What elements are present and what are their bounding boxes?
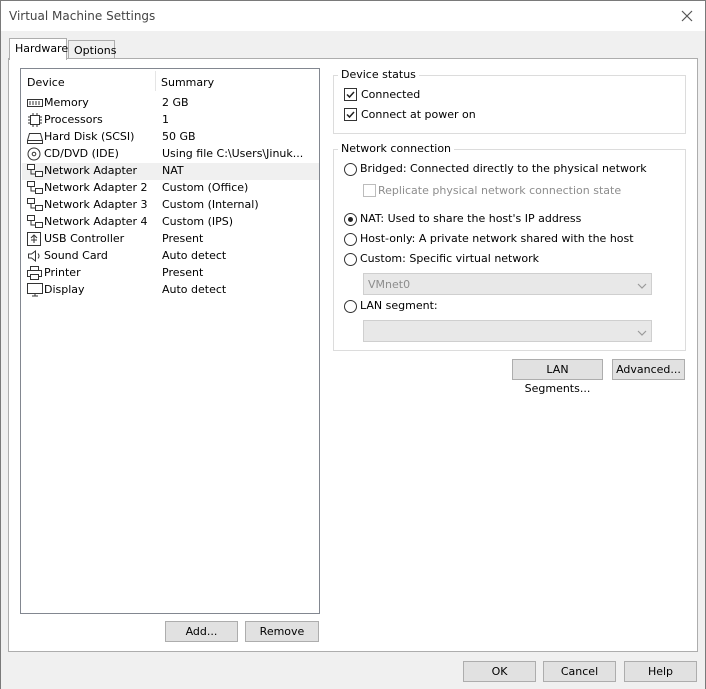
usb-icon [27, 232, 43, 246]
add-button-label: Add... [185, 625, 218, 638]
radio-selected-dot [348, 217, 353, 222]
device-summary: Custom (IPS) [162, 215, 234, 228]
ok-button[interactable]: OK [463, 661, 536, 682]
memory-icon [27, 96, 43, 110]
device-list[interactable]: Device Summary Memory 2 GB Processors 1 … [20, 68, 320, 614]
chevron-down-icon [637, 327, 647, 336]
custom-network-select[interactable]: VMnet0 [363, 273, 652, 295]
tab-hardware-label: Hardware [15, 42, 69, 55]
device-summary: Auto detect [162, 283, 227, 296]
device-row-network-adapter[interactable]: Network Adapter NAT [22, 163, 319, 180]
summary-column-header[interactable]: Summary [161, 76, 214, 89]
device-summary: Custom (Office) [162, 181, 249, 194]
help-button[interactable]: Help [624, 661, 697, 682]
lan-segment-select[interactable] [363, 320, 652, 342]
network-adapter-icon [27, 198, 43, 212]
device-summary: Auto detect [162, 249, 227, 262]
lan-segments-button[interactable]: LAN Segments... [512, 359, 603, 395]
device-row-memory[interactable]: Memory 2 GB [22, 95, 319, 112]
device-summary: Present [162, 232, 204, 245]
network-connection-label: Network connection [338, 142, 455, 155]
device-name: Sound Card [44, 249, 108, 262]
replicate-state-checkbox[interactable] [363, 184, 376, 197]
cancel-button-label: Cancel [560, 665, 599, 678]
nat-radio[interactable] [344, 213, 357, 226]
device-summary: 2 GB [162, 96, 189, 109]
device-name: Network Adapter [44, 164, 138, 177]
device-summary: 1 [162, 113, 169, 126]
add-device-button[interactable]: Add... [165, 621, 238, 642]
device-status-group [333, 75, 686, 134]
hard-disk-icon [26, 130, 44, 144]
network-adapter-icon [27, 215, 43, 229]
device-name: Hard Disk (SCSI) [44, 130, 135, 143]
device-row-printer[interactable]: Printer Present [22, 265, 319, 282]
device-name: Network Adapter 2 [44, 181, 148, 194]
bridged-radio[interactable] [344, 163, 357, 176]
device-summary: Using file C:\Users\Jinuk... [162, 147, 304, 160]
column-divider[interactable] [155, 71, 156, 91]
remove-device-button[interactable]: Remove [245, 621, 319, 642]
advanced-button-label: Advanced... [616, 363, 681, 376]
device-name: Processors [44, 113, 103, 126]
device-name: Memory [44, 96, 89, 109]
device-name: USB Controller [44, 232, 125, 245]
window-title: Virtual Machine Settings [9, 9, 156, 23]
ok-button-label: OK [491, 665, 508, 678]
device-status-label: Device status [338, 68, 419, 81]
device-row-network-adapter-3[interactable]: Network Adapter 3 Custom (Internal) [22, 197, 319, 214]
lan-segment-radio[interactable] [344, 300, 357, 313]
device-row-processors[interactable]: Processors 1 [22, 112, 319, 129]
cd-dvd-icon [27, 147, 43, 161]
network-adapter-icon [27, 181, 43, 195]
connected-label[interactable]: Connected [361, 88, 420, 101]
custom-network-value: VMnet0 [368, 278, 411, 291]
cancel-button[interactable]: Cancel [543, 661, 616, 682]
bridged-label[interactable]: Bridged: Connected directly to the physi… [360, 162, 647, 175]
device-summary: NAT [162, 164, 184, 177]
device-row-hard-disk[interactable]: Hard Disk (SCSI) 50 GB [22, 129, 319, 146]
device-summary: 50 GB [162, 130, 196, 143]
device-name: Printer [44, 266, 81, 279]
host-only-label[interactable]: Host-only: A private network shared with… [360, 232, 634, 245]
title-bar: Virtual Machine Settings [0, 0, 706, 31]
device-name: CD/DVD (IDE) [44, 147, 119, 160]
device-row-cd-dvd[interactable]: CD/DVD (IDE) Using file C:\Users\Jinuk..… [22, 146, 319, 163]
lan-segment-label[interactable]: LAN segment: [360, 299, 438, 312]
speaker-icon [27, 249, 43, 263]
custom-radio[interactable] [344, 253, 357, 266]
device-row-display[interactable]: Display Auto detect [22, 282, 319, 299]
help-button-label: Help [647, 665, 674, 678]
network-adapter-icon [27, 164, 43, 178]
lan-segments-button-label: LAN Segments... [524, 363, 591, 395]
device-row-sound-card[interactable]: Sound Card Auto detect [22, 248, 319, 265]
device-row-network-adapter-2[interactable]: Network Adapter 2 Custom (Office) [22, 180, 319, 197]
tab-options[interactable]: Options [68, 40, 117, 60]
device-summary: Custom (Internal) [162, 198, 259, 211]
device-summary: Present [162, 266, 204, 279]
chevron-down-icon [637, 280, 647, 289]
device-name: Display [44, 283, 85, 296]
remove-button-label: Remove [259, 625, 305, 638]
device-name: Network Adapter 4 [44, 215, 148, 228]
nat-label[interactable]: NAT: Used to share the host's IP address [360, 212, 581, 225]
device-column-header[interactable]: Device [27, 76, 65, 89]
replicate-state-label: Replicate physical network connection st… [378, 184, 622, 197]
tab-hardware[interactable]: Hardware [9, 38, 69, 60]
printer-icon [27, 266, 43, 280]
device-name: Network Adapter 3 [44, 198, 148, 211]
custom-label[interactable]: Custom: Specific virtual network [360, 252, 539, 265]
connect-at-power-on-label[interactable]: Connect at power on [361, 108, 476, 121]
device-list-header: Device Summary [21, 69, 319, 93]
advanced-button[interactable]: Advanced... [612, 359, 685, 380]
connected-checkbox[interactable] [344, 88, 357, 101]
processor-icon [27, 113, 43, 127]
close-icon[interactable] [677, 6, 697, 26]
host-only-radio[interactable] [344, 233, 357, 246]
device-row-usb-controller[interactable]: USB Controller Present [22, 231, 319, 248]
display-icon [27, 283, 43, 297]
connect-at-power-on-checkbox[interactable] [344, 108, 357, 121]
tab-options-label: Options [74, 44, 117, 57]
device-row-network-adapter-4[interactable]: Network Adapter 4 Custom (IPS) [22, 214, 319, 231]
